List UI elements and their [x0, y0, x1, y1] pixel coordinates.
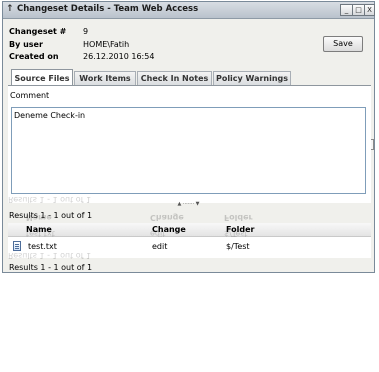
results-summary-top: Results 1 - 1 out of 1	[9, 211, 93, 220]
app-icon: ↑	[6, 4, 14, 14]
results-summary-bottom: Results 1 - 1 out of 1	[9, 263, 93, 272]
source-files-panel: Comment Deneme Check-in	[8, 86, 371, 203]
comment-label: Comment	[10, 91, 50, 100]
panel-splitter[interactable]: ▲ ······· ▼	[3, 201, 374, 207]
created-on-value: 26.12.2010 16:54	[83, 52, 155, 61]
window-title: Changeset Details - Team Web Access	[17, 4, 199, 14]
close-button[interactable]: X	[364, 4, 375, 16]
text-file-icon	[13, 241, 21, 251]
created-on-label: Created on	[9, 52, 59, 61]
tab-strip: Source Files Work Items Check In Notes P…	[3, 69, 374, 150]
save-button[interactable]: Save	[323, 36, 363, 52]
changeset-details-window: ↑ Changeset Details - Team Web Access _ …	[2, 1, 375, 273]
changeset-info: Changeset # 9 By user HOME\Fatih Created…	[3, 22, 374, 68]
file-change: edit	[152, 242, 168, 251]
changeset-number-label: Changeset #	[9, 27, 67, 36]
tab-source-files[interactable]: Source Files	[11, 69, 73, 86]
grid-header: Name Change Folder	[8, 223, 371, 237]
changeset-number-value: 9	[83, 27, 89, 36]
by-user-label: By user	[9, 40, 43, 49]
title-bar[interactable]: ↑ Changeset Details - Team Web Access _ …	[3, 2, 375, 19]
by-user-value: HOME\Fatih	[83, 40, 130, 49]
table-row[interactable]: test.txt edit $/Test	[8, 238, 371, 256]
column-header-change[interactable]: Change	[152, 225, 186, 234]
column-header-name[interactable]: Name	[26, 225, 52, 234]
tab-check-in-notes[interactable]: Check In Notes	[137, 71, 212, 85]
files-grid: Name Change Folder test.txt edit $/Test	[8, 223, 371, 258]
column-header-folder[interactable]: Folder	[226, 225, 254, 234]
comment-textarea[interactable]: Deneme Check-in	[11, 107, 366, 194]
tab-policy-warnings[interactable]: Policy Warnings	[213, 71, 291, 85]
file-folder: $/Test	[226, 242, 250, 251]
file-name[interactable]: test.txt	[28, 242, 57, 251]
tab-work-items[interactable]: Work Items	[74, 71, 136, 85]
